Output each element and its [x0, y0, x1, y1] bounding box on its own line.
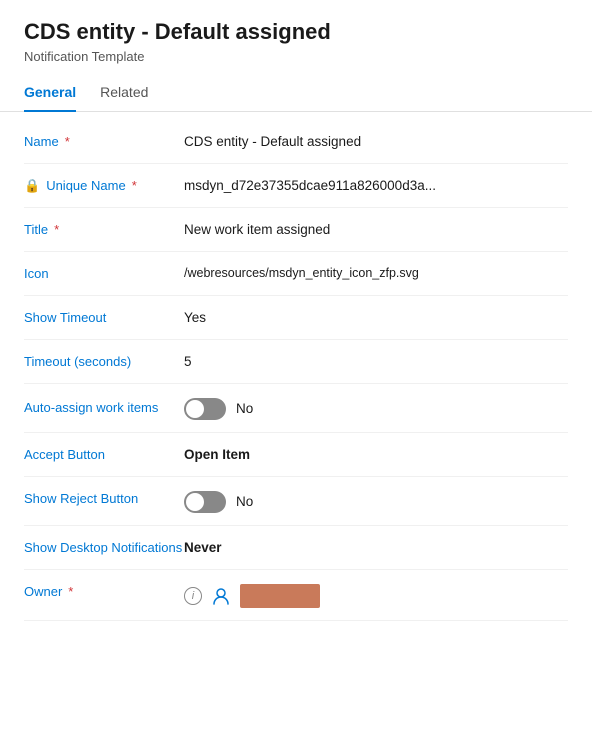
- label-accept-button: Accept Button: [24, 445, 184, 462]
- label-timeout-seconds: Timeout (seconds): [24, 352, 184, 369]
- value-show-timeout: Yes: [184, 308, 568, 325]
- field-name: Name * CDS entity - Default assigned: [24, 120, 568, 164]
- page-title: CDS entity - Default assigned: [24, 18, 568, 47]
- field-show-desktop: Show Desktop Notifications Never: [24, 526, 568, 570]
- label-unique-name: 🔒 Unique Name *: [24, 176, 184, 194]
- required-star-title: *: [54, 222, 59, 237]
- label-auto-assign: Auto-assign work items: [24, 396, 184, 415]
- toggle-show-reject-container: No: [184, 491, 568, 513]
- lock-icon: 🔒: [24, 178, 40, 194]
- field-icon: Icon /webresources/msdyn_entity_icon_zfp…: [24, 252, 568, 296]
- label-show-desktop: Show Desktop Notifications: [24, 538, 184, 555]
- field-show-timeout: Show Timeout Yes: [24, 296, 568, 340]
- label-owner: Owner *: [24, 582, 184, 599]
- label-unique-name-text: Unique Name: [46, 178, 126, 193]
- label-auto-assign-text: Auto-assign work items: [24, 400, 158, 415]
- label-icon: Icon: [24, 264, 184, 281]
- label-show-timeout: Show Timeout: [24, 308, 184, 325]
- owner-info-icon[interactable]: i: [184, 587, 202, 605]
- value-auto-assign: No: [184, 396, 568, 420]
- tab-bar: General Related: [0, 72, 592, 112]
- field-owner: Owner * i: [24, 570, 568, 621]
- value-title: New work item assigned: [184, 220, 568, 237]
- label-owner-text: Owner: [24, 584, 62, 599]
- tab-general[interactable]: General: [24, 84, 76, 112]
- field-auto-assign: Auto-assign work items No: [24, 384, 568, 433]
- field-timeout-seconds: Timeout (seconds) 5: [24, 340, 568, 384]
- value-owner: i: [184, 582, 568, 608]
- label-accept-button-text: Accept Button: [24, 447, 105, 462]
- tab-related[interactable]: Related: [100, 84, 148, 112]
- toggle-auto-assign-label: No: [236, 401, 253, 416]
- required-star-name: *: [65, 134, 70, 149]
- toggle-show-reject-knob: [186, 493, 204, 511]
- page-subtitle: Notification Template: [24, 49, 568, 64]
- label-name: Name *: [24, 132, 184, 149]
- value-unique-name: msdyn_d72e37355dcae911a826000d3a...: [184, 176, 504, 193]
- toggle-auto-assign-container: No: [184, 398, 568, 420]
- toggle-auto-assign-knob: [186, 400, 204, 418]
- label-show-reject-text: Show Reject Button: [24, 491, 138, 506]
- value-icon: /webresources/msdyn_entity_icon_zfp.svg: [184, 264, 568, 280]
- toggle-show-reject[interactable]: [184, 491, 226, 513]
- value-show-reject: No: [184, 489, 568, 513]
- field-accept-button: Accept Button Open Item: [24, 433, 568, 477]
- field-title: Title * New work item assigned: [24, 208, 568, 252]
- label-title-text: Title: [24, 222, 48, 237]
- field-unique-name: 🔒 Unique Name * msdyn_d72e37355dcae911a8…: [24, 164, 568, 208]
- label-icon-text: Icon: [24, 266, 49, 281]
- value-timeout-seconds: 5: [184, 352, 568, 369]
- owner-person-icon: [210, 585, 232, 607]
- label-show-reject: Show Reject Button: [24, 489, 184, 506]
- person-svg: [211, 586, 231, 606]
- owner-row: i: [184, 584, 568, 608]
- toggle-auto-assign[interactable]: [184, 398, 226, 420]
- value-show-desktop: Never: [184, 538, 568, 555]
- value-accept-button: Open Item: [184, 445, 568, 462]
- label-title: Title *: [24, 220, 184, 237]
- toggle-show-reject-label: No: [236, 494, 253, 509]
- field-show-reject: Show Reject Button No: [24, 477, 568, 526]
- label-timeout-seconds-text: Timeout (seconds): [24, 354, 131, 369]
- required-star-owner: *: [68, 584, 73, 599]
- form-container: Name * CDS entity - Default assigned 🔒 U…: [0, 120, 592, 621]
- required-star-unique-name: *: [132, 178, 137, 193]
- page-header: CDS entity - Default assigned Notificati…: [0, 0, 592, 64]
- label-show-timeout-text: Show Timeout: [24, 310, 106, 325]
- owner-color-block: [240, 584, 320, 608]
- label-show-desktop-text: Show Desktop Notifications: [24, 540, 182, 555]
- label-name-text: Name: [24, 134, 59, 149]
- value-name: CDS entity - Default assigned: [184, 132, 568, 149]
